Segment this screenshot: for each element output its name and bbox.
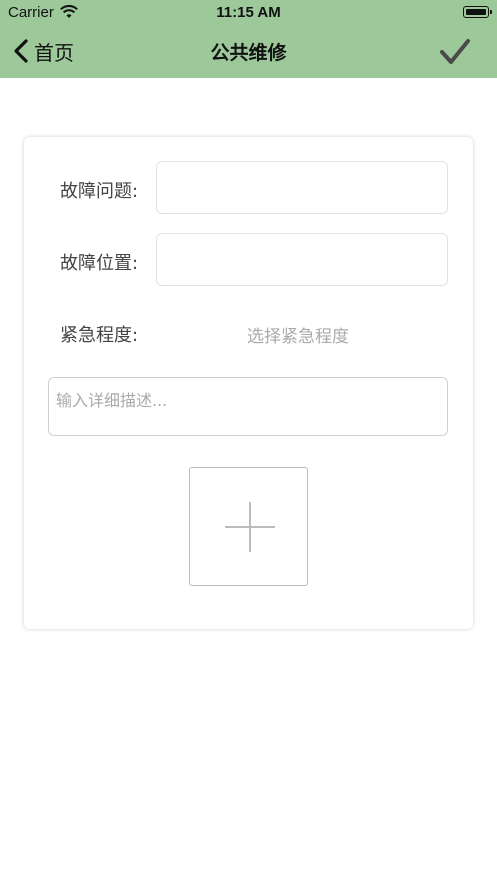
fault-issue-input[interactable]	[156, 161, 448, 214]
page-title: 公共维修	[210, 42, 287, 64]
status-bar: Carrier 11:15 AM	[0, 0, 497, 26]
clock: 11:15 AM	[216, 4, 281, 21]
description-textarea[interactable]: 输入详细描述...	[48, 377, 448, 436]
urgency-label: 紧急程度:	[60, 325, 139, 346]
fault-issue-label: 故障问题:	[60, 181, 139, 202]
header: Carrier 11:15 AM 首页 公共维修	[0, 0, 497, 78]
fault-location-label: 故障位置:	[60, 253, 139, 274]
add-photo-button[interactable]	[189, 467, 308, 586]
battery-icon	[463, 6, 492, 18]
fault-location-input[interactable]	[156, 233, 448, 286]
urgency-selector[interactable]: 选择紧急程度	[247, 322, 349, 347]
checkmark-icon[interactable]	[439, 37, 471, 67]
repair-form-card: 故障问题: 故障位置: 紧急程度: 选择紧急程度 输入详细描述...	[24, 137, 473, 629]
navigation-bar: 首页 公共维修	[0, 26, 497, 78]
description-placeholder: 输入详细描述...	[56, 391, 168, 410]
